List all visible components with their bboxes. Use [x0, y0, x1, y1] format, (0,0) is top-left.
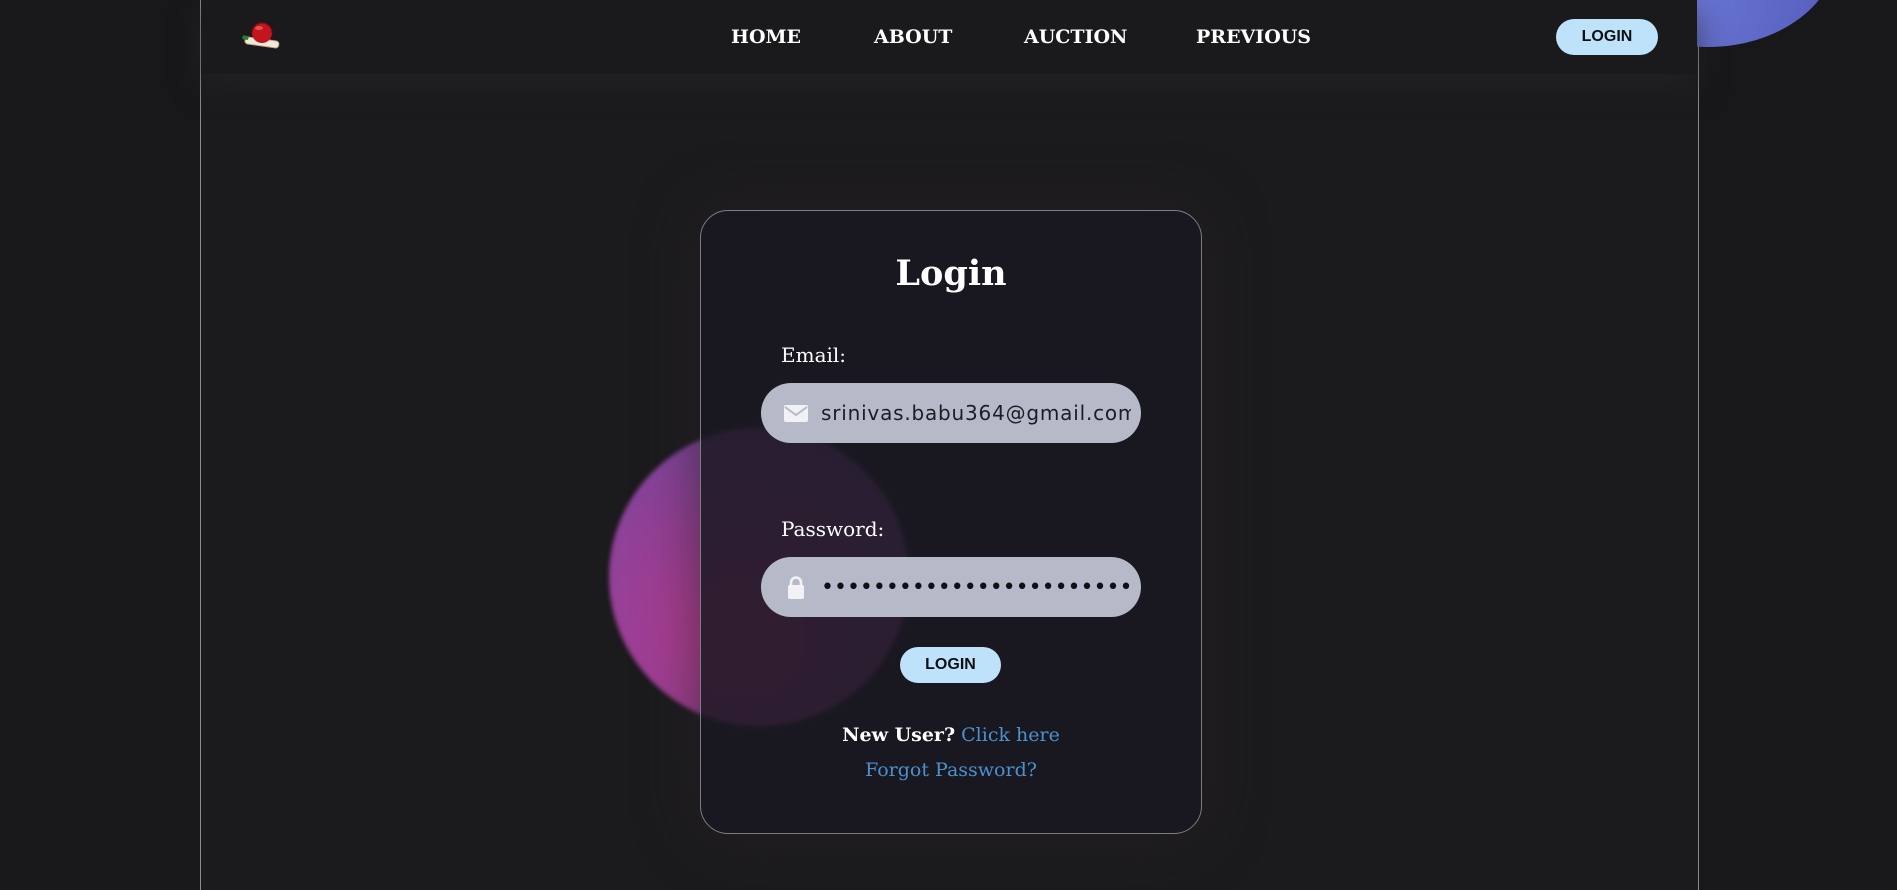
password-input[interactable]	[821, 557, 1131, 617]
forgot-row: Forgot Password?	[701, 759, 1201, 781]
nav-login-button[interactable]: LOGIN	[1556, 19, 1658, 55]
new-user-text: New User?	[842, 724, 956, 746]
nav-links: HOME ABOUT AUCTION PREVIOUS	[201, 26, 1697, 50]
email-input[interactable]	[821, 383, 1131, 443]
envelope-icon	[784, 405, 808, 422]
login-title: Login	[895, 253, 1007, 294]
nav-link-auction[interactable]: AUCTION	[1024, 26, 1127, 48]
nav-link-about[interactable]: ABOUT	[874, 26, 952, 48]
password-field-wrapper	[761, 557, 1141, 617]
navbar: HOME ABOUT AUCTION PREVIOUS LOGIN	[201, 0, 1697, 74]
nav-link-previous[interactable]: PREVIOUS	[1196, 26, 1311, 48]
login-card: Login Email: Password: LOGIN New User? C…	[700, 210, 1202, 834]
email-label: Email:	[781, 343, 847, 367]
password-label: Password:	[781, 517, 885, 541]
email-field-wrapper	[761, 383, 1141, 443]
forgot-password-link[interactable]: Forgot Password?	[865, 759, 1037, 781]
login-submit-button[interactable]: LOGIN	[900, 647, 1001, 683]
page: HOME ABOUT AUCTION PREVIOUS LOGIN Login …	[0, 0, 1897, 890]
new-user-row: New User? Click here	[701, 724, 1201, 746]
lock-icon	[788, 576, 804, 599]
register-link[interactable]: Click here	[961, 724, 1060, 746]
nav-link-home[interactable]: HOME	[731, 26, 801, 48]
